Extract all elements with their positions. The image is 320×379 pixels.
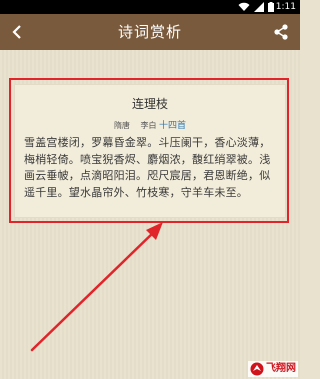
annotation-arrow xyxy=(30,222,163,352)
watermark: 飞翔网 xyxy=(248,361,298,377)
watermark-text: 飞翔网 xyxy=(266,363,296,374)
logo-icon xyxy=(250,362,264,376)
